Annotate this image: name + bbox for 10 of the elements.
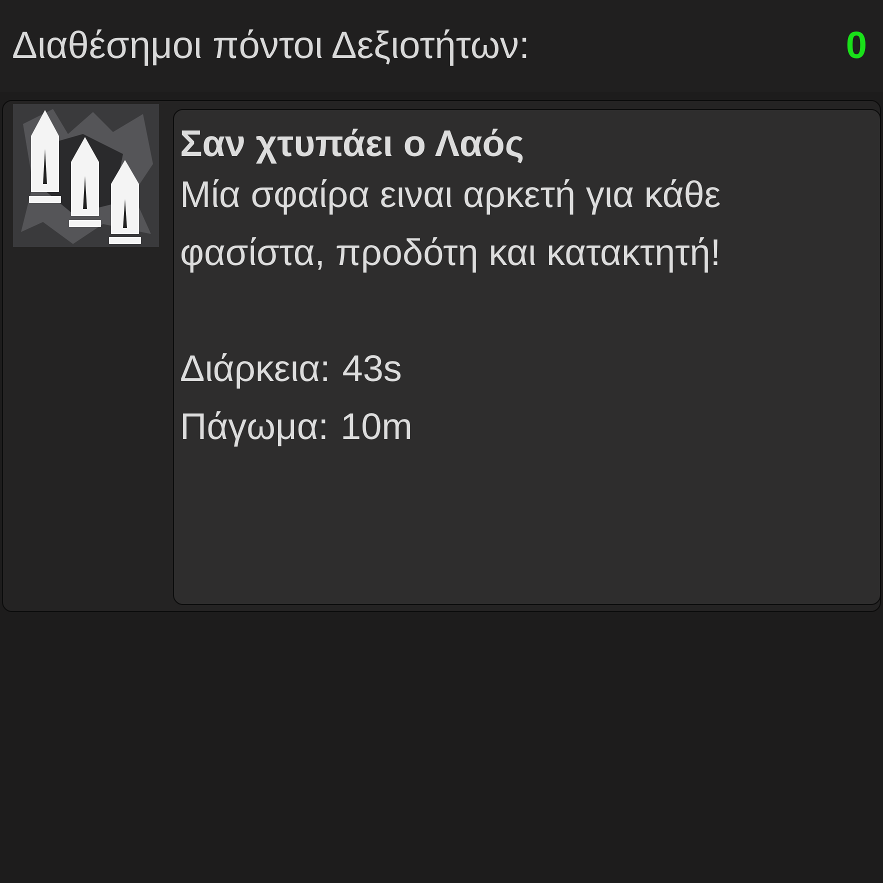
stat-label: Πάγωμα:: [180, 405, 328, 449]
stat-label: Διάρκεια:: [180, 347, 330, 391]
bullets-icon: [13, 104, 159, 247]
stat-value: 43s: [342, 347, 402, 391]
skill-points-count: 0: [846, 24, 867, 68]
stat-value: 10m: [340, 405, 412, 449]
skill-description: Μία σφαίρα ειναι αρκετή για κάθε φασίστα, προδότη και κατακτητή!: [180, 173, 722, 275]
skill-title: Σαν χτυπάει ο Λαός: [180, 122, 526, 166]
skill-card[interactable]: Σαν χτυπάει ο Λαός Μία σφαίρα ειναι αρκετή για κάθε φασίστα, προδότη και κατακτητή! Διάρκεια: 43s Πάγωμα: 10m: [2, 100, 881, 612]
skill-points-label: Διαθέσημοι πόντοι Δεξιοτήτων:: [12, 24, 530, 68]
